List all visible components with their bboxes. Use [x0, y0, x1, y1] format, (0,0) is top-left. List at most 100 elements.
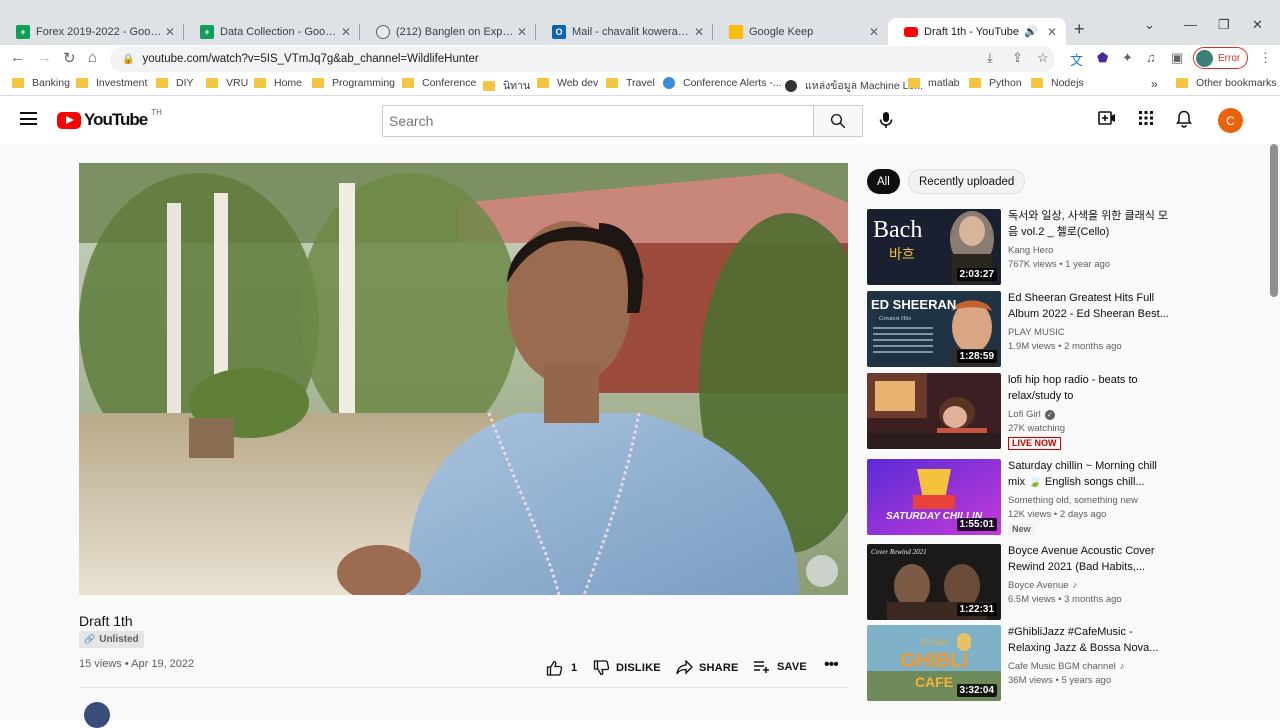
- close-icon[interactable]: ✕: [338, 25, 354, 39]
- folder-icon: [12, 78, 24, 88]
- restore-button[interactable]: ❐: [1218, 17, 1230, 33]
- media-icon[interactable]: ♫: [1146, 50, 1156, 65]
- bookmark-folder[interactable]: นิทาน: [483, 77, 530, 94]
- share-button[interactable]: SHARE: [676, 660, 739, 675]
- puzzle-icon[interactable]: ✦: [1122, 50, 1133, 66]
- video-duration: 3:32:04: [956, 684, 997, 697]
- youtube-logo[interactable]: YouTube TH: [57, 108, 162, 130]
- recommendation-item[interactable]: STUDIO GHIBLI CAFE 3:32:04 #GhibliJazz #…: [867, 625, 1167, 701]
- browser-tab[interactable]: O Mail - chavalit kowerawong - ✕: [536, 18, 713, 45]
- home-button[interactable]: ⌂: [88, 49, 97, 66]
- bookmark-folder[interactable]: Python: [969, 77, 1022, 89]
- chip-all[interactable]: All: [867, 169, 900, 194]
- more-actions-button[interactable]: •••: [824, 656, 839, 674]
- recommendation-channel[interactable]: Boyce Avenue ♪: [1008, 580, 1077, 591]
- bookmark-folder[interactable]: Home: [254, 77, 302, 89]
- bookmark-folder[interactable]: Travel: [606, 77, 655, 89]
- bookmark-folder[interactable]: DIY: [156, 77, 194, 89]
- back-button[interactable]: ←: [10, 49, 25, 66]
- chip-recently-uploaded[interactable]: Recently uploaded: [908, 169, 1026, 194]
- thumb-ed-text: ED SHEERAN: [871, 297, 956, 312]
- bookmark-link[interactable]: แหล่งข้อมูล Machine Le...: [785, 77, 923, 94]
- recommendation-title[interactable]: Boyce Avenue Acoustic Cover Rewind 2021 …: [1008, 543, 1173, 575]
- side-panel-icon[interactable]: ▣: [1171, 50, 1183, 66]
- speaker-icon[interactable]: 🔊: [1024, 25, 1038, 38]
- dislike-button[interactable]: DISLIKE: [593, 660, 661, 676]
- new-tab-button[interactable]: +: [1074, 19, 1085, 40]
- channel-avatar[interactable]: [84, 702, 110, 728]
- video-thumbnail[interactable]: ED SHEERAN Greatest Hits 1:28:59: [867, 291, 1001, 367]
- recommendation-item[interactable]: Cover Rewind 2021 1:22:31 Boyce Avenue A…: [867, 544, 1167, 620]
- recommendation-item[interactable]: SATURDAY CHILLIN 1:55:01 Saturday chilli…: [867, 459, 1167, 535]
- notifications-bell-icon[interactable]: [1176, 110, 1192, 128]
- share-icon[interactable]: ⇪: [1012, 50, 1023, 66]
- reload-button[interactable]: ↻: [63, 49, 76, 67]
- bookmark-folder[interactable]: matlab: [908, 77, 960, 89]
- bookmark-folder[interactable]: Programming: [312, 77, 395, 89]
- menu-kebab-icon[interactable]: ⋮: [1259, 50, 1272, 66]
- page-scrollbar[interactable]: [1270, 144, 1278, 297]
- recommendation-channel[interactable]: Lofi Girl ✓: [1008, 409, 1055, 420]
- extension-icon[interactable]: ⬟: [1097, 50, 1108, 66]
- save-button[interactable]: SAVE: [753, 660, 807, 674]
- recommendation-title[interactable]: Saturday chillin ~ Morning chill mix 🍃 E…: [1008, 458, 1173, 490]
- bookmark-folder[interactable]: Investment: [76, 77, 147, 89]
- video-thumbnail[interactable]: Cover Rewind 2021 1:22:31: [867, 544, 1001, 620]
- close-icon[interactable]: ✕: [866, 25, 882, 39]
- close-icon[interactable]: ✕: [514, 25, 530, 39]
- apps-grid-icon[interactable]: [1138, 110, 1154, 126]
- watch-page: Draft 1th 🔗 Unlisted 15 views • Apr 19, …: [0, 144, 1280, 728]
- video-thumbnail[interactable]: Bach 바흐 2:03:27: [867, 209, 1001, 285]
- search-input[interactable]: [382, 105, 814, 137]
- unlisted-badge: 🔗 Unlisted: [79, 631, 144, 648]
- recommendation-item[interactable]: Bach 바흐 2:03:27 독서와 일상, 사색을 위한 클래식 모음 vo…: [867, 209, 1168, 285]
- recommendation-title[interactable]: 독서와 일상, 사색을 위한 클래식 모음 vol.2 _ 첼로(Cello): [1008, 208, 1173, 240]
- recommendation-title[interactable]: #GhibliJazz #CafeMusic - Relaxing Jazz &…: [1008, 624, 1173, 656]
- bookmark-star-icon[interactable]: ☆: [1037, 50, 1049, 66]
- translate-icon[interactable]: 文: [1070, 50, 1083, 69]
- recommendation-title[interactable]: Ed Sheeran Greatest Hits Full Album 2022…: [1008, 290, 1173, 322]
- browser-tab-active[interactable]: Draft 1th - YouTube 🔊 ✕: [888, 18, 1066, 45]
- browser-tab[interactable]: (212) Banglen on Expo Develo ✕: [360, 18, 536, 45]
- bookmark-folder[interactable]: Nodejs: [1031, 77, 1084, 89]
- browser-tab[interactable]: + Data Collection - Google She ✕: [184, 18, 360, 45]
- close-window-button[interactable]: ✕: [1252, 17, 1263, 33]
- address-bar[interactable]: 🔒 youtube.com/watch?v=5IS_VTmJq7g&ab_cha…: [110, 46, 1055, 72]
- browser-tab[interactable]: + Forex 2019-2022 - Google Sh ✕: [0, 18, 184, 45]
- bookmarks-overflow-button[interactable]: »: [1151, 77, 1158, 91]
- install-icon[interactable]: ⤓: [987, 50, 993, 66]
- voice-search-button[interactable]: [871, 105, 901, 135]
- forward-button[interactable]: →: [37, 49, 52, 66]
- other-bookmarks-folder[interactable]: Other bookmarks: [1176, 77, 1277, 89]
- recommendation-item[interactable]: lofi hip hop radio - beats to relax/stud…: [867, 373, 1167, 450]
- tab-search-icon[interactable]: ⌄: [1144, 17, 1155, 33]
- search-button[interactable]: [813, 105, 863, 137]
- bookmark-folder[interactable]: Banking: [12, 77, 70, 89]
- recommendation-channel[interactable]: PLAY MUSIC: [1008, 327, 1065, 338]
- recommendation-channel[interactable]: Something old, something new: [1008, 495, 1138, 506]
- hamburger-menu-icon[interactable]: [20, 112, 37, 125]
- profile-button[interactable]: Error: [1193, 47, 1248, 69]
- like-button[interactable]: 1: [546, 660, 577, 676]
- bookmark-folder[interactable]: Web dev: [537, 77, 598, 89]
- video-thumbnail[interactable]: STUDIO GHIBLI CAFE 3:32:04: [867, 625, 1001, 701]
- video-thumbnail[interactable]: [867, 373, 1001, 449]
- close-icon[interactable]: ✕: [1044, 25, 1060, 39]
- close-icon[interactable]: ✕: [691, 25, 707, 39]
- recommendation-item[interactable]: ED SHEERAN Greatest Hits 1:28:59 Ed Shee…: [867, 291, 1169, 367]
- recommendation-channel[interactable]: Cafe Music BGM channel ♪: [1008, 661, 1124, 672]
- close-icon[interactable]: ✕: [162, 25, 178, 39]
- account-avatar[interactable]: C: [1218, 108, 1243, 133]
- recommendation-meta: 27K watching: [1008, 423, 1066, 434]
- bookmark-folder[interactable]: VRU: [206, 77, 248, 89]
- recommendation-meta: 36M views • 5 years ago: [1008, 675, 1112, 686]
- browser-tab[interactable]: Google Keep ✕: [713, 18, 888, 45]
- video-thumbnail[interactable]: SATURDAY CHILLIN 1:55:01: [867, 459, 1001, 535]
- bookmark-folder[interactable]: Conference: [402, 77, 476, 89]
- minimize-button[interactable]: —: [1184, 17, 1197, 32]
- create-video-icon[interactable]: [1098, 110, 1116, 126]
- video-player[interactable]: [79, 163, 848, 595]
- recommendation-title[interactable]: lofi hip hop radio - beats to relax/stud…: [1008, 372, 1173, 404]
- recommendation-channel[interactable]: Kang Hero: [1008, 245, 1053, 256]
- bookmark-link[interactable]: Conference Alerts -...: [663, 77, 782, 89]
